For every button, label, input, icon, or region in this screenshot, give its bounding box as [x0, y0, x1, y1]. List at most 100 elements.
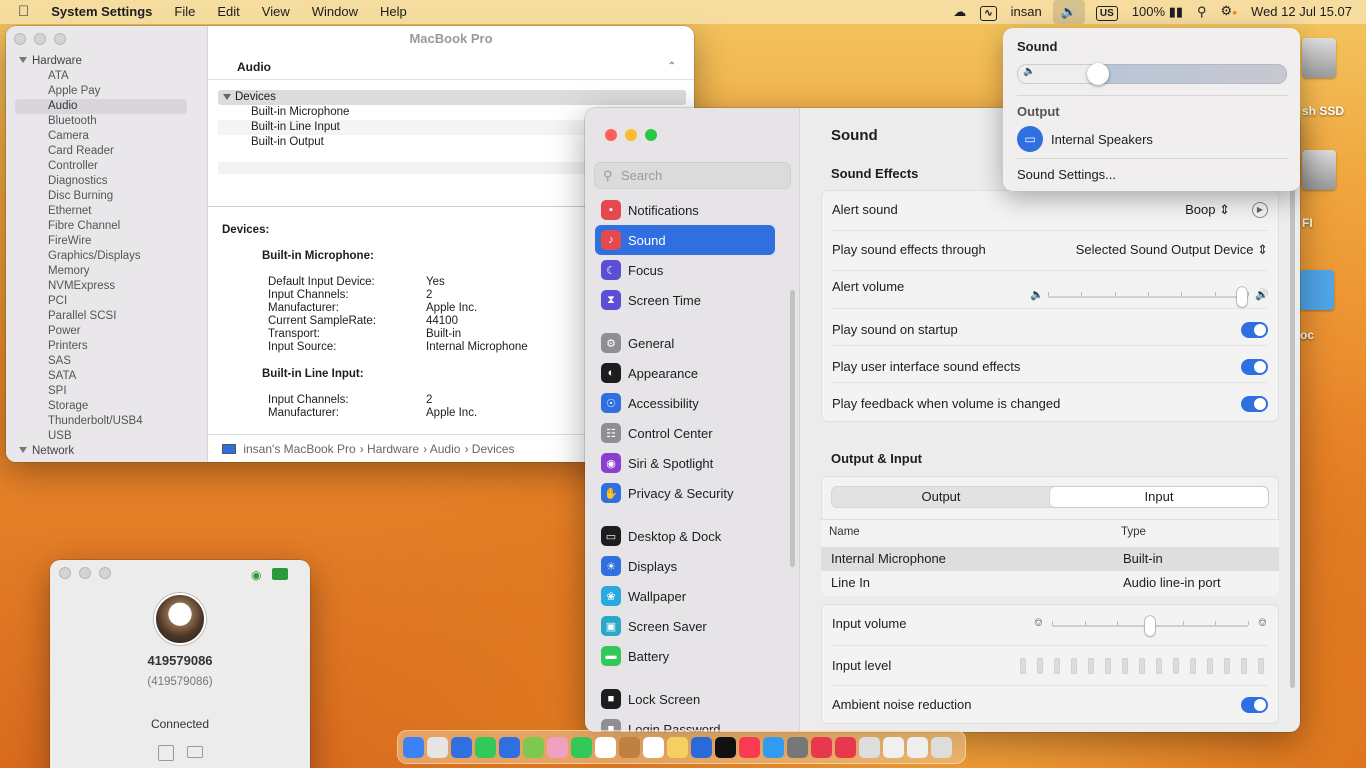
toggle-switch[interactable] — [1241, 359, 1268, 375]
sidebar-item-screen-time[interactable]: ⧗ Screen Time — [595, 285, 775, 315]
path-item[interactable]: Audio — [430, 442, 461, 456]
volume-menu-icon[interactable]: 🔊 — [1052, 0, 1085, 24]
play-icon[interactable]: ▶ — [1252, 202, 1268, 218]
sidebar-item-desktop-dock[interactable]: ▭ Desktop & Dock — [595, 521, 775, 551]
alert-volume-slider[interactable] — [1048, 287, 1249, 307]
toggle-switch[interactable] — [1241, 322, 1268, 338]
search-field[interactable]: ⚲ Search — [594, 162, 791, 189]
sidebar-item-siri-spotlight[interactable]: ◉ Siri & Spotlight — [595, 448, 775, 478]
close-button[interactable] — [605, 129, 617, 141]
alert-sound-popup[interactable]: Boop ⇕ — [1185, 200, 1230, 220]
sidebar-item[interactable]: NVMExpress — [6, 279, 207, 294]
sidebar-item-control-center[interactable]: ☷ Control Center — [595, 418, 775, 448]
desktop-folder-icon[interactable] — [1300, 270, 1334, 310]
dock-app-icon[interactable] — [907, 736, 928, 758]
file-transfer-icon[interactable] — [158, 745, 174, 761]
dock-app-icon[interactable] — [643, 736, 664, 758]
dock-app-icon[interactable] — [763, 736, 784, 758]
devices-group[interactable]: Devices — [218, 90, 686, 105]
sidebar-item-general[interactable]: ⚙ General — [595, 328, 775, 358]
sidebar-item[interactable]: Card Reader — [6, 144, 207, 159]
menu-view[interactable]: View — [251, 0, 301, 24]
sidebar-item[interactable]: Ethernet — [6, 204, 207, 219]
tab-input[interactable]: Input — [1050, 487, 1268, 507]
sidebar-item-wallpaper[interactable]: ❀ Wallpaper — [595, 581, 775, 611]
output-device-item[interactable]: ▭ Internal Speakers — [1017, 126, 1153, 152]
dock-app-icon[interactable] — [739, 736, 760, 758]
sidebar-item[interactable]: SATA — [6, 369, 207, 384]
sidebar-item[interactable]: Printers — [6, 339, 207, 354]
sidebar-item-screen-saver[interactable]: ▣ Screen Saver — [595, 611, 775, 641]
dock-app-icon[interactable] — [835, 736, 856, 758]
sidebar-item[interactable]: Storage — [6, 399, 207, 414]
column-header-type[interactable]: Type — [1121, 526, 1146, 538]
path-item[interactable]: insan's MacBook Pro — [243, 442, 355, 456]
input-volume-slider[interactable] — [1052, 616, 1249, 636]
sidebar-item[interactable]: Apple Pay — [6, 84, 207, 99]
dock-app-icon[interactable] — [571, 736, 592, 758]
sidebar-item-accessibility[interactable]: ☉ Accessibility — [595, 388, 775, 418]
sidebar-item[interactable]: Parallel SCSI — [6, 309, 207, 324]
dock-app-icon[interactable] — [595, 736, 616, 758]
sidebar-item[interactable]: Hardware — [6, 54, 207, 69]
dock-app-icon[interactable] — [499, 736, 520, 758]
sidebar-item-battery[interactable]: ▬ Battery — [595, 641, 775, 671]
remote-status-icon[interactable]: ☁ — [946, 0, 973, 24]
sidebar-item-appearance[interactable]: ◐ Appearance — [595, 358, 775, 388]
toggle-switch[interactable] — [1241, 396, 1268, 412]
dock-app-icon[interactable] — [619, 736, 640, 758]
sidebar-item[interactable]: Disc Burning — [6, 189, 207, 204]
sidebar-item-lock-screen[interactable]: ■ Lock Screen — [595, 684, 775, 714]
dock-app-icon[interactable] — [931, 736, 952, 758]
sidebar-item[interactable]: Thunderbolt/USB4 — [6, 414, 207, 429]
dock-app-icon[interactable] — [787, 736, 808, 758]
menu-edit[interactable]: Edit — [206, 0, 250, 24]
chevron-up-icon[interactable]: ⌃ — [668, 54, 676, 80]
menu-file[interactable]: File — [163, 0, 206, 24]
battery-menu[interactable]: 100% ▮▮ — [1125, 0, 1190, 24]
path-item[interactable]: Devices — [472, 442, 515, 456]
sidebar-item[interactable]: SAS — [6, 354, 207, 369]
table-row[interactable]: Line In Audio line-in port — [821, 571, 1279, 595]
clock[interactable]: Wed 12 Jul 15.07 — [1244, 0, 1366, 24]
sidebar-item[interactable]: SPI — [6, 384, 207, 399]
minimize-button[interactable] — [34, 33, 46, 45]
table-row[interactable]: Internal Microphone Built-in — [821, 547, 1279, 571]
volume-slider[interactable] — [1017, 64, 1287, 84]
input-source-menu[interactable]: US — [1089, 0, 1125, 24]
dock-app-icon[interactable] — [811, 736, 832, 758]
sidebar-item-privacy-security[interactable]: ✋ Privacy & Security — [595, 478, 775, 508]
sidebar-item-notifications[interactable]: ▪ Notifications — [595, 195, 775, 225]
desktop-disk-icon-2[interactable] — [1302, 150, 1336, 190]
chat-icon[interactable] — [187, 746, 203, 758]
sidebar-item[interactable]: ATA — [6, 69, 207, 84]
zoom-button[interactable] — [645, 129, 657, 141]
sidebar-item[interactable]: Graphics/Displays — [6, 249, 207, 264]
sidebar-item[interactable]: Power — [6, 324, 207, 339]
apple-menu-icon[interactable]:  — [0, 0, 40, 24]
column-header-name[interactable]: Name — [829, 526, 860, 538]
volume-knob[interactable] — [1087, 63, 1109, 85]
dock-app-icon[interactable] — [667, 736, 688, 758]
close-button[interactable] — [14, 33, 26, 45]
sidebar-item-focus[interactable]: ☾ Focus — [595, 255, 775, 285]
dock-app-icon[interactable] — [859, 736, 880, 758]
dock-app-icon[interactable] — [691, 736, 712, 758]
dock-app-icon[interactable] — [475, 736, 496, 758]
close-button[interactable] — [59, 567, 71, 579]
content-scrollbar[interactable] — [1290, 178, 1295, 688]
sidebar-item[interactable]: Camera — [6, 129, 207, 144]
sidebar-item[interactable]: Memory — [6, 264, 207, 279]
section-header[interactable]: Audio ⌃ — [208, 54, 694, 80]
menu-help[interactable]: Help — [369, 0, 418, 24]
sidebar-item[interactable]: Controller — [6, 159, 207, 174]
dock-app-icon[interactable] — [451, 736, 472, 758]
dock-app-icon[interactable] — [523, 736, 544, 758]
path-item[interactable]: Hardware — [367, 442, 419, 456]
dock-app-icon[interactable] — [427, 736, 448, 758]
minimize-button[interactable] — [625, 129, 637, 141]
sidebar-item[interactable]: PCI — [6, 294, 207, 309]
dock-app-icon[interactable] — [547, 736, 568, 758]
dock-app-icon[interactable] — [883, 736, 904, 758]
sidebar-item[interactable]: Network — [6, 444, 207, 459]
